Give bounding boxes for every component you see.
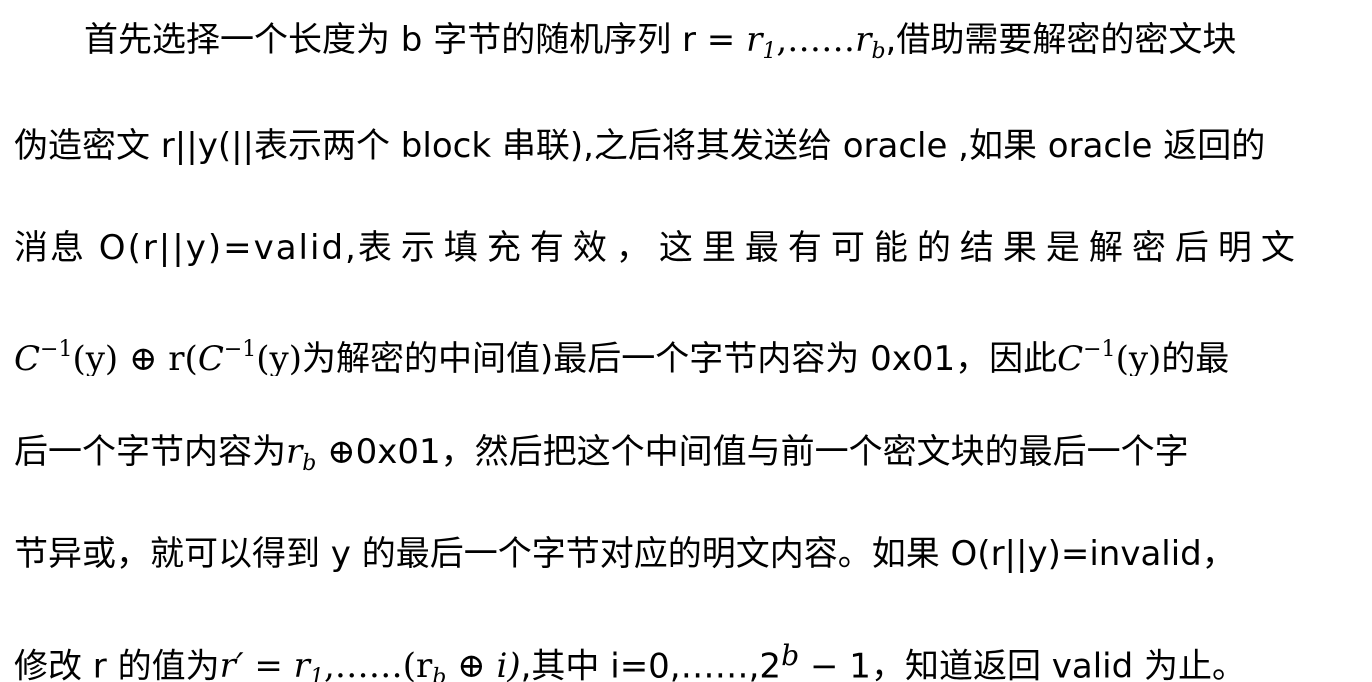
text-segment: =0,……,2	[619, 646, 782, 682]
text-segment: 修改 r 的值为	[14, 646, 220, 682]
paragraph-line-4: C−1(y) ⊕ r(C−1(y)为解密的中间值)最后一个字节内容为 0x01，…	[14, 324, 1366, 376]
text-segment: 为解密的中间值)最后一个字节内容为 0x01，因此	[302, 339, 1058, 376]
math-modified-r: r′ = r1,……(rb ⊕ i)	[219, 646, 521, 682]
paragraph-line-5: 后一个字节内容为rb ⊕0x01，然后把这个中间值与前一个密文块的最后一个字	[14, 426, 1366, 478]
paragraph-line-2: 伪造密文 r||y(||表示两个 block 串联),之后将其发送给 oracl…	[14, 120, 1366, 172]
paragraph-line-7: 修改 r 的值为r′ = r1,……(rb ⊕ i),其中 i=0,……,2b …	[14, 630, 1366, 682]
text-segment: 0x01，然后把这个中间值与前一个密文块的最后一个字	[355, 432, 1189, 472]
text-segment: ,借助需要解密的密文块	[885, 20, 1237, 60]
text-segment: 伪造密文 r||y(||表示两个 block 串联),之后将其发送给 oracl…	[14, 126, 1266, 166]
paragraph-line-6: 节异或，就可以得到 y 的最后一个字节对应的明文内容。如果 O(r||y)=in…	[14, 528, 1366, 580]
math-exponent-b: b	[781, 639, 800, 672]
math-inverse-cipher: C−1(y) ⊕ r(C−1(y)	[14, 337, 303, 376]
math-inverse-cipher: C−1(y)	[1057, 337, 1162, 376]
text-segment: 的最	[1161, 339, 1230, 376]
document-page: 首先选择一个长度为 b 字节的随机序列 r = r1,……rb,借助需要解密的密…	[0, 0, 1372, 682]
math-rb-xor: rb ⊕	[286, 432, 356, 476]
text-segment: ,其中	[520, 646, 611, 682]
text-segment: 消息 O(r||y)=valid,	[14, 228, 358, 268]
spellcheck-underlined-word: i	[610, 646, 620, 682]
text-segment: − 1，知道返回 valid 为止。	[799, 646, 1246, 682]
text-segment: 首先选择一个长度为 b 字节的随机序列 r =	[84, 20, 747, 60]
paragraph-line-3: 消息 O(r||y)=valid,表示填充有效，这里最有可能的结果是解密后明文	[14, 222, 1366, 274]
text-segment: 表示填充有效，这里最有可能的结果是解密后明文	[357, 228, 1304, 268]
paragraph-line-1: 首先选择一个长度为 b 字节的随机序列 r = r1,……rb,借助需要解密的密…	[84, 14, 1366, 66]
math-sequence-r: r1,……rb	[746, 20, 886, 64]
text-segment: 后一个字节内容为	[14, 432, 286, 472]
text-segment: 节异或，就可以得到 y 的最后一个字节对应的明文内容。如果 O(r||y)=in…	[14, 534, 1236, 574]
